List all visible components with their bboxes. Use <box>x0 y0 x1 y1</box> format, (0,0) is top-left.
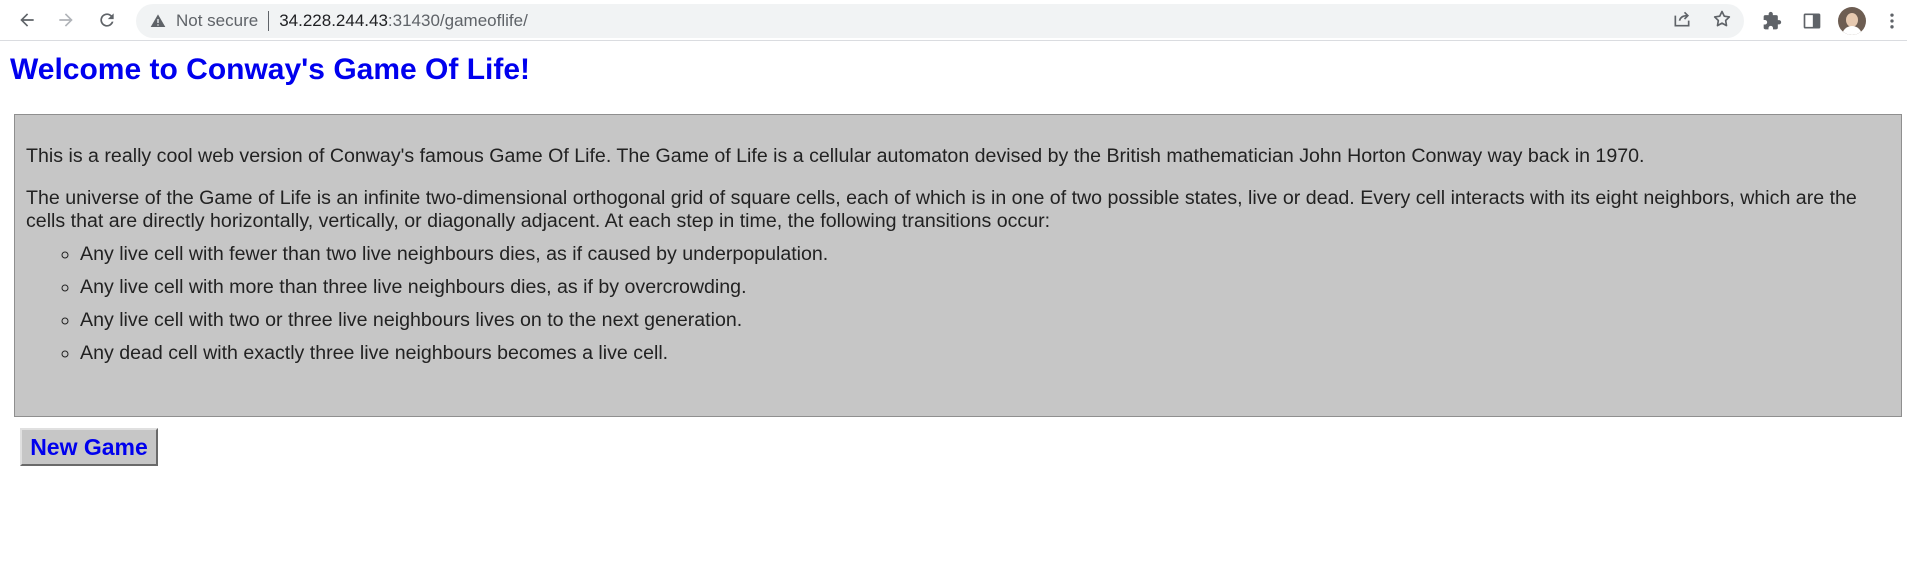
extensions-button[interactable] <box>1752 1 1792 41</box>
rule-item: Any live cell with more than three live … <box>80 276 828 309</box>
intro-paragraph: This is a really cool web version of Con… <box>26 145 1645 167</box>
security-label[interactable]: Not secure <box>176 11 258 31</box>
reload-icon <box>100 13 114 27</box>
new-game-button[interactable]: New Game <box>20 428 158 466</box>
forward-button[interactable] <box>48 2 84 38</box>
avatar <box>1838 6 1866 35</box>
back-arrow-icon <box>20 13 34 27</box>
rule-item: Any live cell with two or three live nei… <box>80 309 828 342</box>
browser-toolbar: Not secure 34.228.244.43:31430/gameoflif… <box>0 0 1907 41</box>
url-path: :31430/gameoflife/ <box>387 11 528 30</box>
rule-item: Any live cell with fewer than two live n… <box>80 243 828 276</box>
rule-item: Any dead cell with exactly three live ne… <box>80 342 828 375</box>
profile-button[interactable] <box>1832 1 1872 41</box>
warning-triangle-icon <box>150 13 166 29</box>
side-panel-icon <box>1803 13 1821 28</box>
url-text[interactable]: 34.228.244.43:31430/gameoflife/ <box>279 11 528 31</box>
url-host: 34.228.244.43 <box>279 11 388 30</box>
back-button[interactable] <box>9 2 45 38</box>
separator <box>268 11 270 31</box>
page-title: Welcome to Conway's Game Of Life! <box>10 53 531 86</box>
kebab-menu-icon <box>1890 13 1894 28</box>
share-icon[interactable] <box>1672 9 1692 34</box>
description-paragraph: The universe of the Game of Life is an i… <box>26 187 1857 232</box>
menu-button[interactable] <box>1872 1 1907 41</box>
reload-button[interactable] <box>89 2 125 38</box>
puzzle-icon <box>1763 11 1782 29</box>
address-bar[interactable]: Not secure 34.228.244.43:31430/gameoflif… <box>136 4 1744 38</box>
rules-list: Any live cell with fewer than two live n… <box>26 243 828 375</box>
info-panel: This is a really cool web version of Con… <box>14 114 1902 417</box>
side-panel-button[interactable] <box>1792 1 1832 41</box>
forward-arrow-icon <box>59 13 73 27</box>
star-icon[interactable] <box>1712 9 1732 34</box>
